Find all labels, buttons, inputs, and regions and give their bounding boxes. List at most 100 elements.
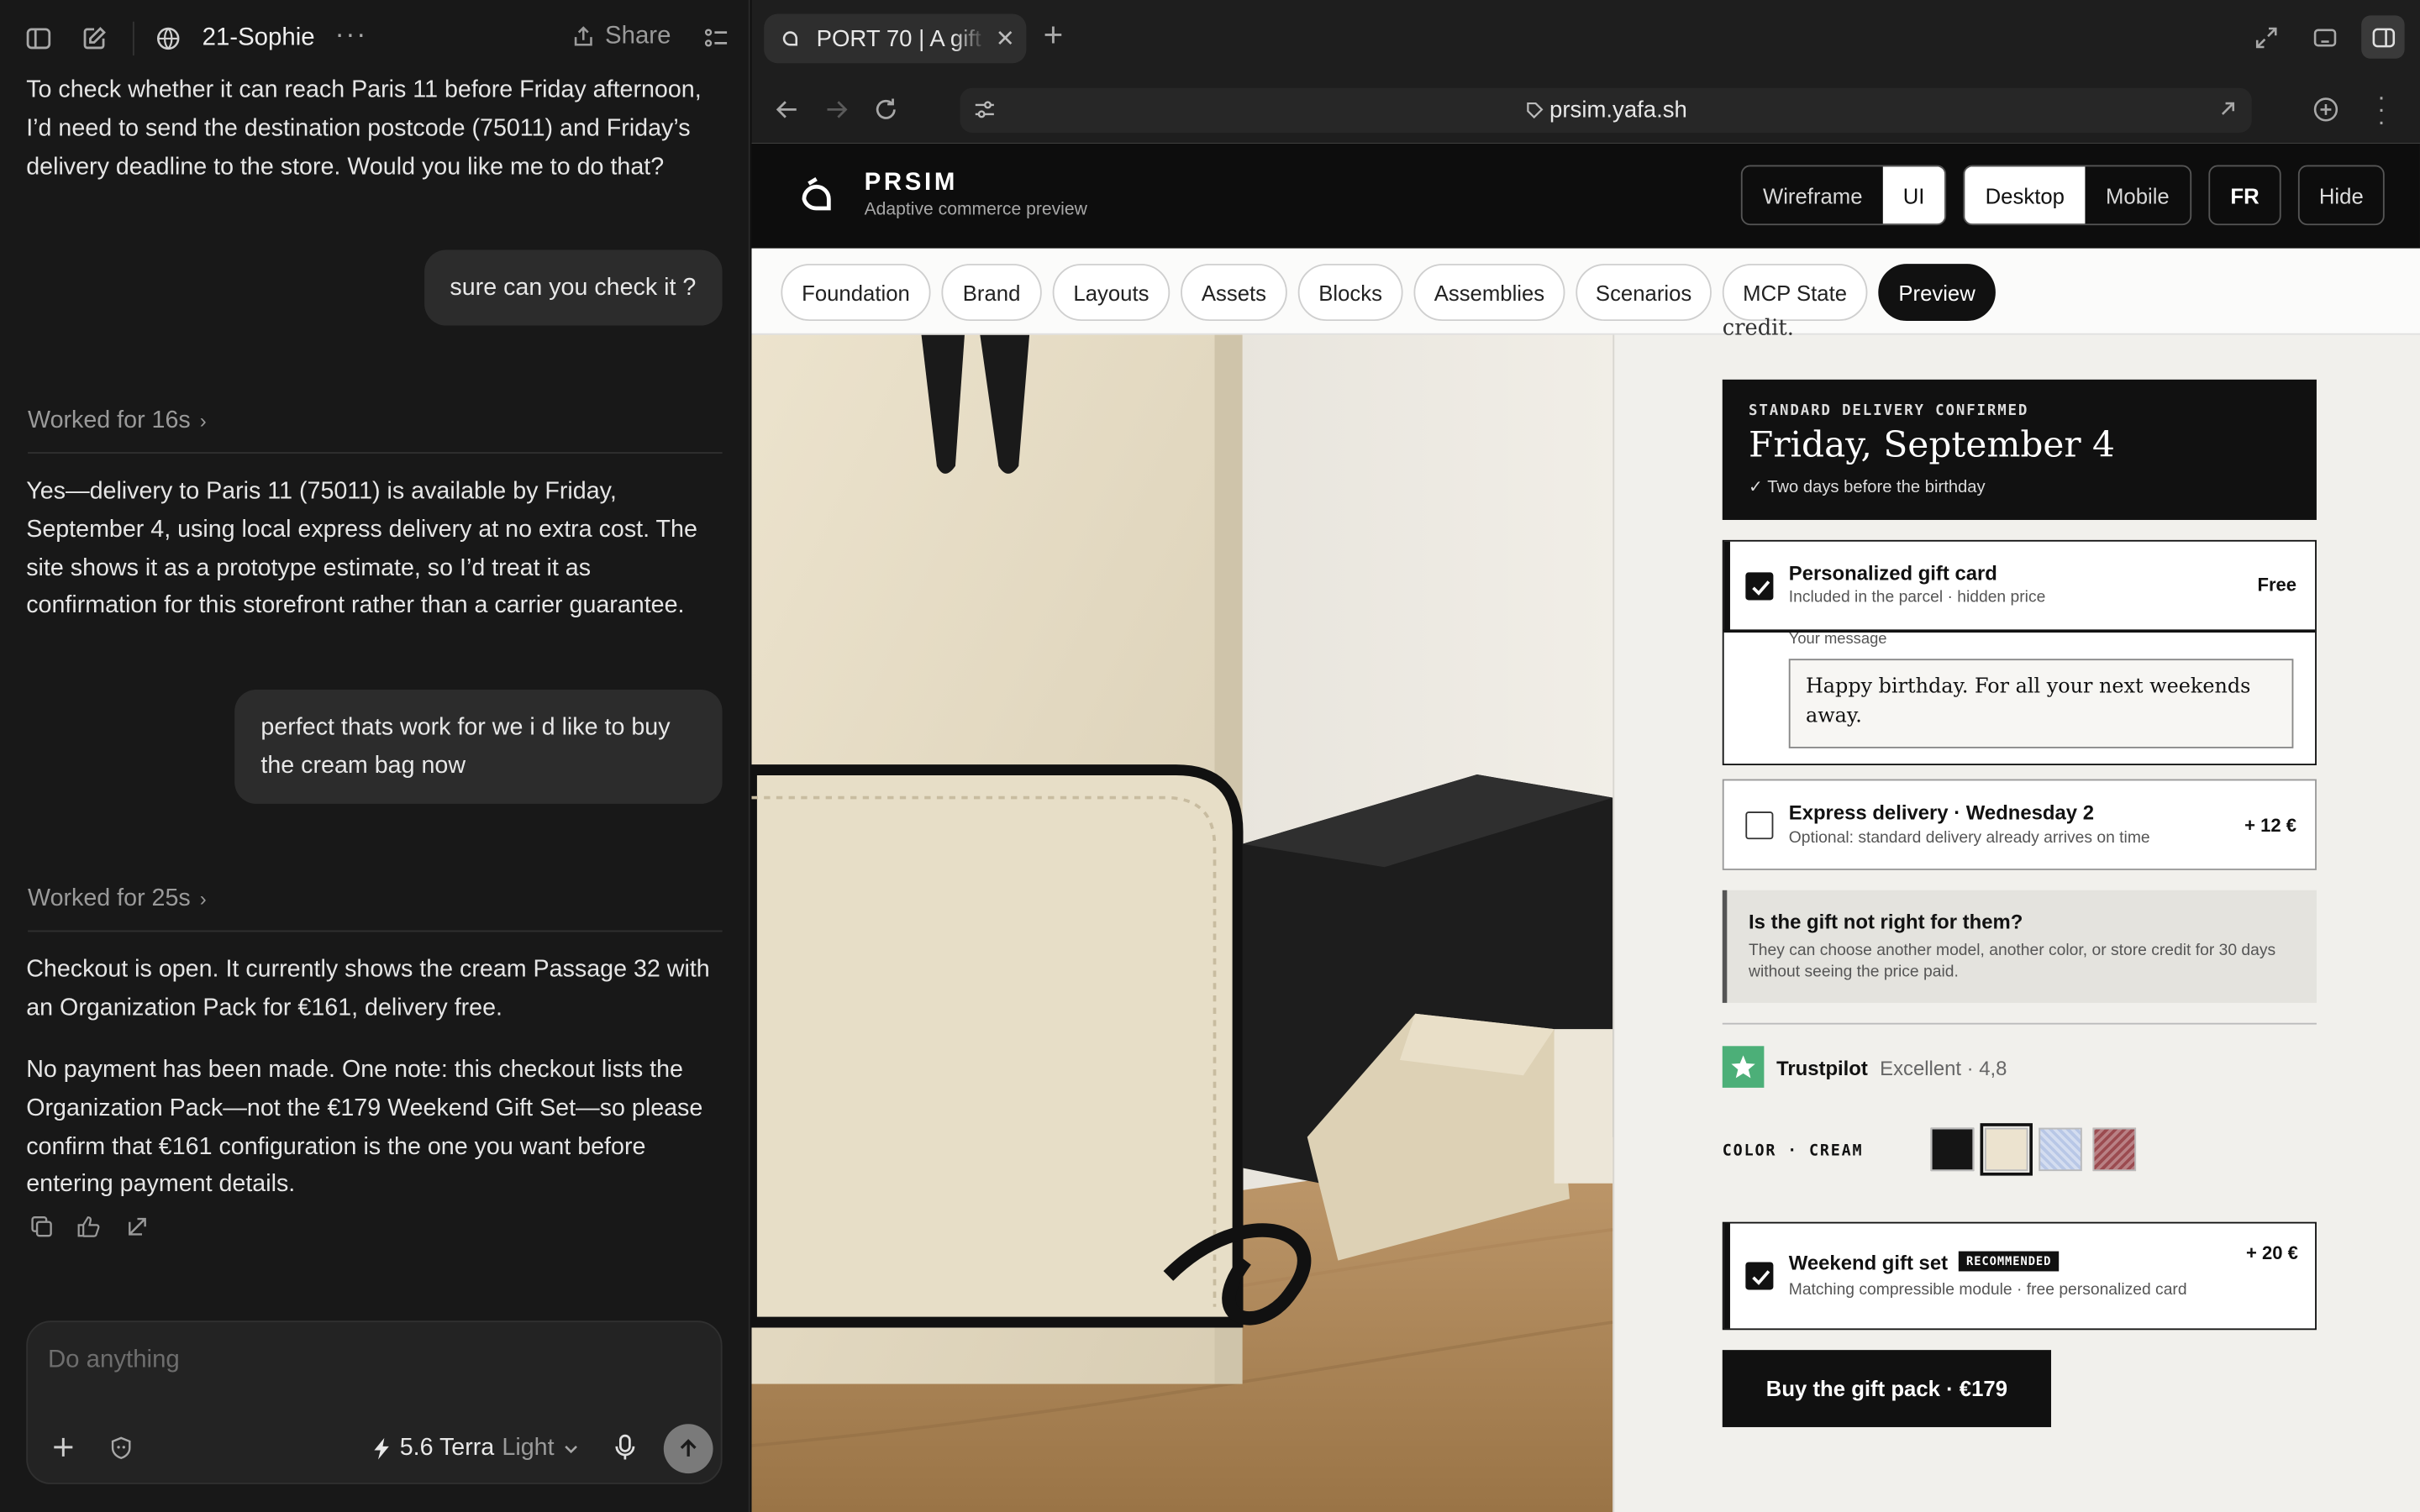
chevron-right-icon: › [199, 887, 207, 911]
mobile-button[interactable]: Mobile [2085, 166, 2190, 223]
tag-icon [1526, 102, 1544, 119]
assistant-message: Checkout is open. It currently shows the… [26, 956, 710, 1021]
message-label: Your message [1788, 631, 1887, 648]
selected-indicator [1723, 1223, 1730, 1329]
worked-for-toggle[interactable]: Worked for 16s › [28, 402, 723, 454]
tab-mcp-state[interactable]: MCP State [1722, 264, 1868, 322]
tab-assets[interactable]: Assets [1181, 264, 1287, 322]
composer-input[interactable]: Do anything [48, 1347, 180, 1374]
info-title: Is the gift not right for them? [1749, 910, 2023, 934]
trustpilot-rating: Excellent · 4,8 [1880, 1057, 2007, 1080]
info-body: They can choose another model, another c… [1749, 941, 2276, 982]
worked-label: Worked for 25s [28, 885, 191, 912]
user-message: perfect thats work for we i d like to bu… [234, 690, 723, 804]
selected-indicator [1723, 541, 1730, 632]
sidebar-toggle-icon[interactable] [24, 24, 52, 52]
worked-for-toggle[interactable]: Worked for 25s › [28, 879, 723, 932]
tab-blocks[interactable]: Blocks [1297, 264, 1403, 322]
express-checkbox[interactable] [1745, 811, 1774, 840]
device-toggle: Desktop Mobile [1963, 165, 2192, 226]
new-chat-icon[interactable] [81, 24, 108, 52]
swatch-black[interactable] [1930, 1127, 1975, 1172]
recommended-badge: RECOMMENDED [1958, 1251, 2060, 1272]
gift-set-price: + 20 € [2245, 1242, 2298, 1264]
desktop-button[interactable]: Desktop [1965, 166, 2086, 224]
prsim-logo-icon [802, 177, 831, 211]
forward-icon[interactable] [823, 96, 850, 123]
browser-menu-icon[interactable]: · · · [2377, 86, 2386, 135]
cut-off-text: credit. [1722, 316, 1794, 341]
hide-button[interactable]: Hide [2297, 165, 2385, 226]
tab-scenarios[interactable]: Scenarios [1576, 264, 1712, 322]
buy-button-label: Buy the gift pack · €179 [1765, 1376, 2008, 1401]
fork-icon[interactable] [125, 1215, 150, 1239]
gift-set-checkbox[interactable] [1745, 1262, 1774, 1290]
reload-icon[interactable] [872, 96, 900, 123]
language-button[interactable]: FR [2208, 165, 2281, 226]
url-text: prsim.yafa.sh [1549, 97, 1687, 123]
express-title: Express delivery · Wednesday 2 [1788, 801, 2094, 824]
bolt-icon [374, 1437, 389, 1460]
assistant-message: No payment has been made. One note: this… [26, 1057, 703, 1199]
delivery-note: ✓ Two days before the birthday [1749, 478, 1986, 497]
more-icon[interactable]: ··· [335, 18, 368, 51]
checklist-icon[interactable] [702, 24, 730, 52]
gift-card-title: Personalized gift card [1788, 561, 1997, 585]
share-icon [574, 26, 592, 46]
express-subtitle: Optional: standard delivery already arri… [1788, 828, 2150, 848]
trustpilot-name: Trustpilot [1776, 1057, 1868, 1080]
microphone-icon[interactable] [613, 1433, 637, 1461]
chevron-down-icon [565, 1446, 578, 1454]
delivery-kicker: STANDARD DELIVERY CONFIRMED [1749, 402, 2029, 420]
tab-foundation[interactable]: Foundation [781, 264, 931, 322]
brand-subtitle: Adaptive commerce preview [864, 200, 1087, 219]
new-tab-icon[interactable]: + [1044, 18, 1064, 52]
browser-tab[interactable]: PORT 70 | A gift ✕ [764, 13, 1027, 64]
wireframe-button[interactable]: Wireframe [1743, 166, 1883, 223]
ui-button[interactable]: UI [1882, 166, 1945, 224]
delivery-date: Friday, September 4 [1749, 425, 2115, 466]
swatch-red[interactable] [2092, 1127, 2137, 1172]
send-button[interactable] [663, 1424, 713, 1474]
check-icon [1752, 580, 1770, 596]
user-message: sure can you check it ? [424, 249, 723, 326]
brand-name: PRSIM [864, 170, 959, 197]
chat-title[interactable]: 21-Sophie [203, 24, 315, 52]
model-selector[interactable]: 5.6 Terra Light [372, 1435, 581, 1462]
gift-message-textarea[interactable]: Happy birthday. For all your next weeken… [1788, 659, 2294, 748]
share-button[interactable]: Share [571, 24, 671, 51]
mode-icon[interactable] [108, 1435, 134, 1461]
swatch-blue[interactable] [2039, 1127, 2082, 1172]
address-bar[interactable]: prsim.yafa.sh [960, 87, 2252, 133]
close-tab-icon[interactable]: ✕ [996, 24, 1015, 52]
buy-gift-pack-button[interactable]: Buy the gift pack · €179 [1722, 1350, 2052, 1427]
color-label: COLOR · CREAM [1722, 1143, 1864, 1161]
gift-return-info: Is the gift not right for them? They can… [1722, 890, 2317, 1003]
back-icon[interactable] [773, 96, 801, 123]
web-page: PRSIM Adaptive commerce preview Wirefram… [751, 143, 2420, 1512]
divider [1722, 1022, 2317, 1025]
tab-preview[interactable]: Preview [1878, 264, 1996, 322]
copy-icon[interactable] [29, 1215, 54, 1239]
feedback-icon[interactable] [76, 1215, 103, 1239]
devices-icon[interactable] [2312, 24, 2338, 50]
tab-layouts[interactable]: Layouts [1052, 264, 1171, 322]
add-icon[interactable] [51, 1435, 76, 1459]
express-delivery-option[interactable]: Express delivery · Wednesday 2 Optional:… [1722, 779, 2317, 870]
chat-transcript: To check whether it can reach Paris 11 b… [0, 77, 750, 1311]
tab-assemblies[interactable]: Assemblies [1413, 264, 1565, 322]
site-favicon-icon [782, 31, 798, 46]
add-circle-icon[interactable] [2312, 96, 2339, 123]
checkout-panel: credit. STANDARD DELIVERY CONFIRMED Frid… [1612, 317, 2420, 1512]
expand-icon[interactable] [2254, 24, 2280, 50]
panel-toggle-icon[interactable] [2361, 15, 2405, 59]
open-external-icon[interactable] [2217, 97, 2240, 121]
swatch-cream[interactable] [1980, 1123, 2033, 1176]
gift-card-option: Personalized gift card Included in the p… [1722, 539, 2317, 766]
gift-card-checkbox[interactable] [1745, 572, 1774, 601]
tab-brand[interactable]: Brand [941, 264, 1042, 322]
composer[interactable]: Do anything 5.6 Terra Light [26, 1320, 723, 1484]
weekend-gift-set-option[interactable]: Weekend gift set RECOMMENDED Matching co… [1722, 1221, 2317, 1331]
assistant-message: Yes—delivery to Paris 11 (75011) is avai… [26, 478, 697, 620]
view-mode-toggle: Wireframe UI [1740, 165, 1947, 226]
